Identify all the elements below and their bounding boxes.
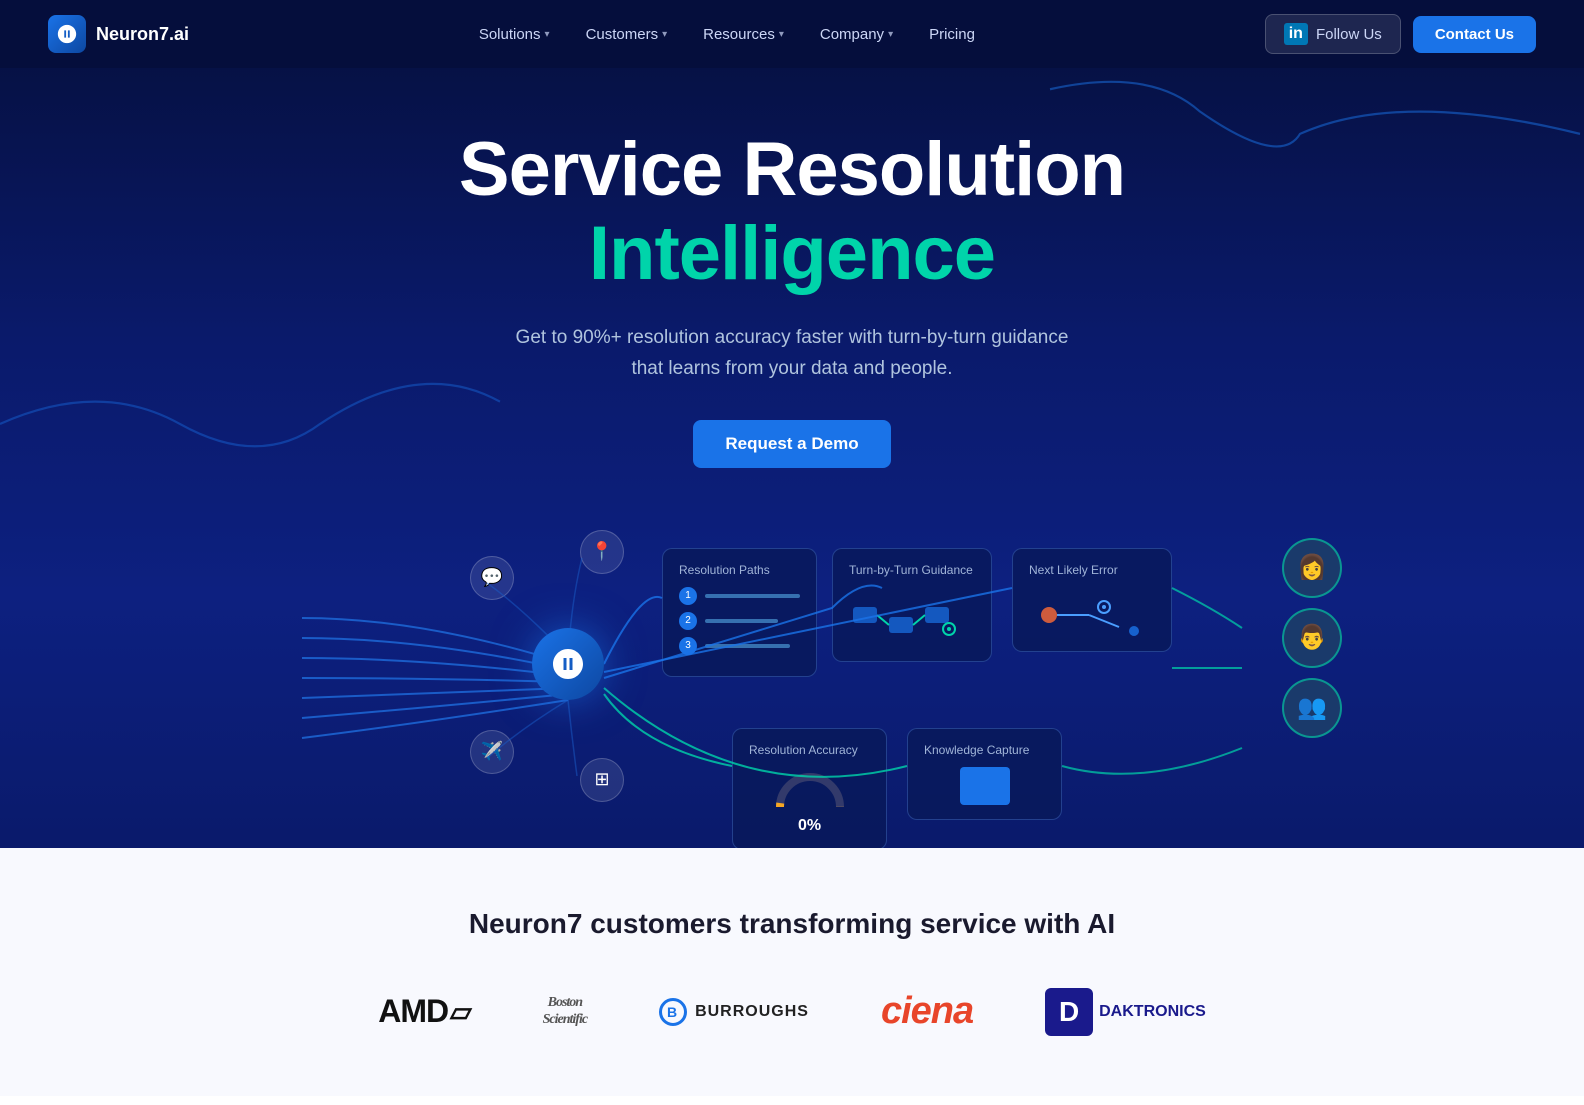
logo[interactable]: Neuron7.ai [48,15,189,53]
nav-links: Solutions ▾ Customers ▾ Resources ▾ Comp… [465,18,989,51]
gauge-chart: 0% [749,767,870,835]
burroughs-circle-icon: B [659,998,687,1026]
rp-item-2: 2 [679,612,800,630]
rp-item-1: 1 [679,587,800,605]
logos-row: AMD ▱ Boston Scientific B BURROUGHS cien… [378,988,1206,1036]
guidance-diagram [849,587,975,647]
nav-solutions[interactable]: Solutions ▾ [465,18,564,51]
logo-daktronics: D DAKTRONICS [1045,988,1206,1036]
chevron-down-icon: ▾ [779,29,784,40]
card-accuracy: Resolution Accuracy 0% [732,728,887,848]
error-diagram [1029,587,1155,637]
float-icon-grid: ⊞ [580,758,624,802]
avatar-2: 👨 [1282,608,1342,668]
hero-title: Service Resolution Intelligence [459,128,1125,295]
knowledge-icon [960,767,1010,805]
logo-boston-scientific: Boston Scientific [543,995,587,1029]
rp-item-3: 3 [679,637,800,655]
nav-company[interactable]: Company ▾ [806,18,907,51]
card-next-error: Next Likely Error [1012,548,1172,652]
contact-button[interactable]: Contact Us [1413,16,1536,53]
hero-subtitle: Get to 90%+ resolution accuracy faster w… [512,323,1072,384]
nav-pricing[interactable]: Pricing [915,18,989,51]
card-knowledge: Knowledge Capture [907,728,1062,820]
logo-amd: AMD ▱ [378,993,470,1030]
float-icon-location: 📍 [580,530,624,574]
avatar-3: 👥 [1282,678,1342,738]
chevron-down-icon: ▾ [545,29,550,40]
diagram-container: 💬 📍 ✈️ ⊞ Resolution Paths 1 2 3 [242,508,1342,848]
customers-section: Neuron7 customers transforming service w… [0,848,1584,1096]
demo-button[interactable]: Request a Demo [693,420,890,468]
nav-actions: in Follow Us Contact Us [1265,14,1536,54]
avatar-1: 👩 [1282,538,1342,598]
follow-button[interactable]: in Follow Us [1265,14,1401,54]
central-node [532,628,604,700]
logo-text: Neuron7.ai [96,24,189,45]
chevron-down-icon: ▾ [662,29,667,40]
avatar-group: 👩 👨 👥 [1282,538,1342,748]
card-resolution-paths: Resolution Paths 1 2 3 [662,548,817,677]
float-icon-send: ✈️ [470,730,514,774]
navbar: Neuron7.ai Solutions ▾ Customers ▾ Resou… [0,0,1584,68]
nav-resources[interactable]: Resources ▾ [689,18,798,51]
logo-burroughs: B BURROUGHS [659,998,809,1026]
linkedin-icon: in [1284,23,1308,45]
nav-customers[interactable]: Customers ▾ [572,18,682,51]
card-guidance: Turn-by-Turn Guidance [832,548,992,662]
logo-icon [48,15,86,53]
float-icon-chat: 💬 [470,556,514,600]
daktronics-icon: D [1045,988,1093,1036]
chevron-down-icon: ▾ [888,29,893,40]
hero-section: Service Resolution Intelligence Get to 9… [0,0,1584,848]
hero-content: Service Resolution Intelligence Get to 9… [419,68,1165,468]
logo-ciena: ciena [881,990,973,1033]
customers-title: Neuron7 customers transforming service w… [469,908,1115,940]
